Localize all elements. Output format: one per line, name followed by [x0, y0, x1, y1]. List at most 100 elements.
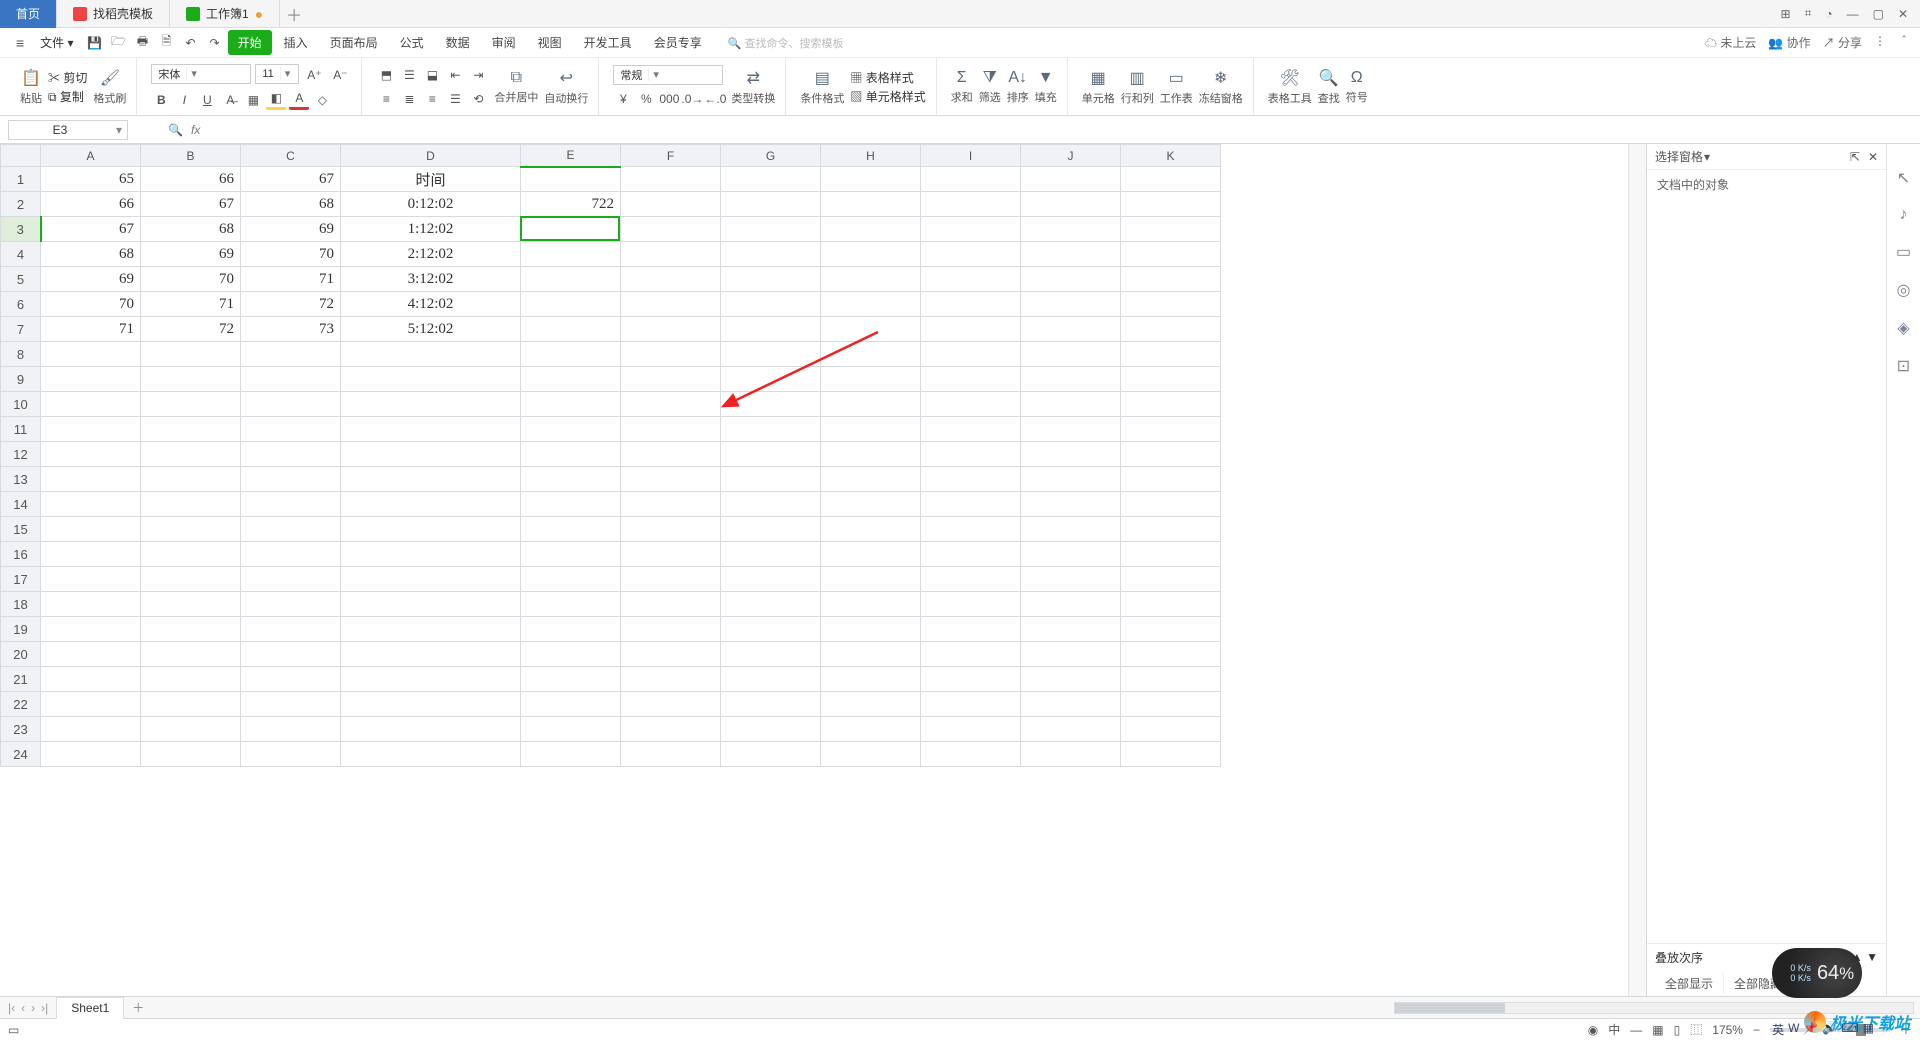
cell[interactable] [721, 467, 821, 492]
cell[interactable] [521, 742, 621, 767]
cell[interactable] [141, 692, 241, 717]
cell[interactable] [141, 742, 241, 767]
cell[interactable] [241, 667, 341, 692]
cell[interactable] [241, 342, 341, 367]
cell[interactable] [821, 267, 921, 292]
chevron-down-icon[interactable]: ▾ [1704, 150, 1710, 164]
cell[interactable] [921, 317, 1021, 342]
row-header[interactable]: 23 [1, 717, 41, 742]
cell[interactable] [821, 517, 921, 542]
border-button[interactable]: ▦ [243, 90, 263, 110]
font-increase-icon[interactable]: A⁺ [303, 64, 325, 86]
cell[interactable] [821, 742, 921, 767]
menu-member[interactable]: 会员专享 [644, 30, 712, 55]
cell[interactable] [141, 492, 241, 517]
cell[interactable] [1021, 717, 1121, 742]
cell[interactable] [341, 642, 521, 667]
cell[interactable] [721, 392, 821, 417]
col-header[interactable]: B [141, 145, 241, 167]
cloud-coop[interactable]: 👥 协作 [1768, 34, 1810, 51]
col-header[interactable]: J [1021, 145, 1121, 167]
cell[interactable] [1121, 392, 1221, 417]
cell[interactable] [921, 567, 1021, 592]
cell[interactable]: 70 [141, 267, 241, 292]
zoom-fx-icon[interactable]: 🔍 [168, 123, 183, 137]
cell[interactable] [1021, 592, 1121, 617]
paste-button[interactable]: 📋粘贴 [20, 68, 42, 106]
cell[interactable] [1021, 617, 1121, 642]
cell[interactable] [821, 617, 921, 642]
row-header[interactable]: 11 [1, 417, 41, 442]
cell[interactable] [1021, 292, 1121, 317]
status-record-icon[interactable]: ▭ [8, 1023, 19, 1037]
row-header[interactable]: 14 [1, 492, 41, 517]
cell[interactable]: 67 [41, 217, 141, 242]
formula-input[interactable] [208, 120, 1108, 140]
more-tool-icon[interactable]: ⊡ [1897, 356, 1910, 376]
cell[interactable] [721, 217, 821, 242]
print-preview-icon[interactable]: 🗎 [156, 32, 178, 54]
cell[interactable] [1021, 742, 1121, 767]
cell[interactable]: 70 [41, 292, 141, 317]
cell[interactable] [821, 367, 921, 392]
cell[interactable] [821, 217, 921, 242]
cell[interactable] [241, 517, 341, 542]
cell[interactable] [41, 742, 141, 767]
cell[interactable] [1021, 342, 1121, 367]
cell[interactable]: 时间 [341, 167, 521, 192]
fill-button[interactable]: ▼填充 [1035, 69, 1057, 105]
cell[interactable] [821, 592, 921, 617]
cell[interactable] [41, 342, 141, 367]
cell[interactable] [521, 392, 621, 417]
cell[interactable] [141, 367, 241, 392]
menu-file[interactable]: 文件 ▾ [32, 32, 81, 53]
cell[interactable] [921, 667, 1021, 692]
col-header[interactable]: E [521, 145, 621, 167]
cell[interactable] [1021, 692, 1121, 717]
cell[interactable] [721, 442, 821, 467]
row-header[interactable]: 6 [1, 292, 41, 317]
find-button[interactable]: 🔍查找 [1318, 68, 1340, 106]
row-header[interactable]: 18 [1, 592, 41, 617]
cell[interactable] [1121, 167, 1221, 192]
cell[interactable] [241, 692, 341, 717]
cell[interactable] [621, 642, 721, 667]
select-all-corner[interactable] [1, 145, 41, 167]
cell[interactable] [521, 442, 621, 467]
cell[interactable]: 2:12:02 [341, 242, 521, 267]
print-icon[interactable]: 🖶 [132, 32, 154, 54]
row-header[interactable]: 17 [1, 567, 41, 592]
cell[interactable] [1121, 442, 1221, 467]
font-family-select[interactable]: 宋体▾ [151, 64, 251, 84]
cell[interactable]: 3:12:02 [341, 267, 521, 292]
cell[interactable] [141, 642, 241, 667]
cell[interactable] [921, 267, 1021, 292]
fill-color-button[interactable]: ◧ [266, 90, 286, 110]
cell[interactable] [241, 617, 341, 642]
cell[interactable] [341, 692, 521, 717]
minimize-button[interactable]: — [1847, 7, 1859, 21]
cell[interactable] [241, 442, 341, 467]
cell[interactable] [1121, 517, 1221, 542]
row-header[interactable]: 4 [1, 242, 41, 267]
cell[interactable] [721, 167, 821, 192]
cell[interactable] [721, 717, 821, 742]
cell[interactable] [921, 292, 1021, 317]
align-middle-icon[interactable]: ☰ [399, 65, 419, 85]
name-box[interactable]: E3 ▾ [8, 120, 128, 140]
cell[interactable] [821, 642, 921, 667]
cell[interactable] [621, 717, 721, 742]
cell[interactable] [1121, 342, 1221, 367]
cell[interactable]: 0:12:02 [341, 192, 521, 217]
cell[interactable] [521, 242, 621, 267]
cell[interactable]: 72 [241, 292, 341, 317]
cell[interactable] [141, 342, 241, 367]
cell[interactable] [241, 367, 341, 392]
indent-decrease-icon[interactable]: ⇤ [445, 65, 465, 85]
cell[interactable] [921, 642, 1021, 667]
cell[interactable] [1021, 442, 1121, 467]
cell[interactable] [721, 617, 821, 642]
row-header[interactable]: 16 [1, 542, 41, 567]
cell[interactable] [41, 617, 141, 642]
cell[interactable] [1121, 592, 1221, 617]
